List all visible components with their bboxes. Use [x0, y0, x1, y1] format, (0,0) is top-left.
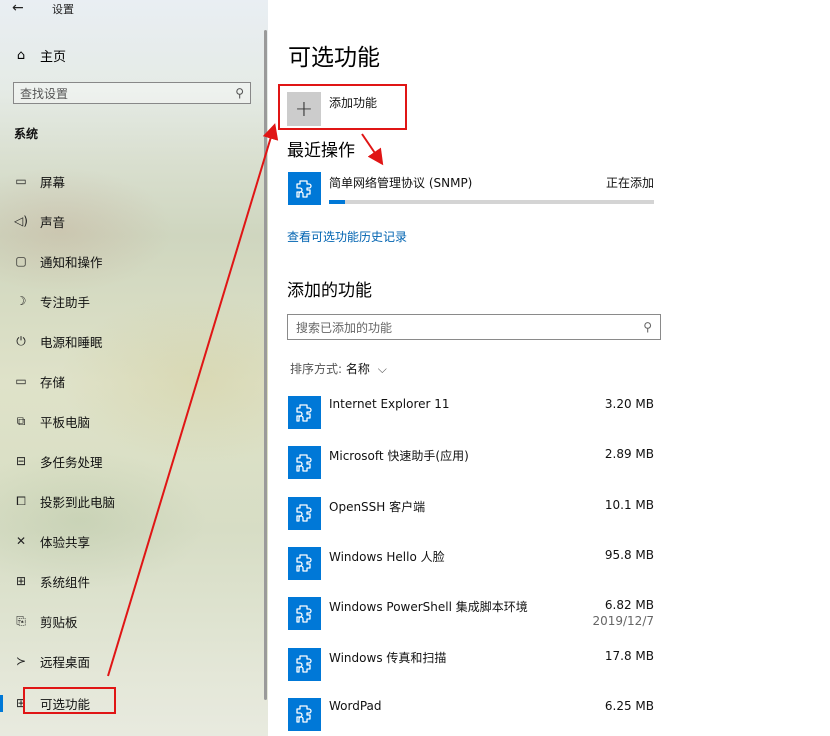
annotation-box-add-feature	[278, 84, 407, 130]
feature-row[interactable]: Windows PowerShell 集成脚本环境 6.82 MB 2019/12/…	[288, 597, 654, 631]
notification-icon: ▢	[15, 254, 27, 268]
remote-icon: ≻	[15, 654, 27, 668]
feature-name: Windows 传真和扫描	[329, 650, 447, 665]
feature-size: 6.82 MB	[604, 598, 654, 613]
feature-history-link[interactable]: 查看可选功能历史记录	[287, 228, 407, 245]
window-title: 设置	[52, 3, 74, 16]
speaker-icon: ◁)	[14, 214, 28, 228]
recent-item: 简单网络管理协议 (SNMP) 正在添加	[288, 172, 654, 206]
sidebar-item-notifications[interactable]: ▢ 通知和操作	[0, 241, 262, 281]
feature-row[interactable]: Windows Hello 人脸 95.8 MB	[288, 546, 654, 581]
sidebar-item-label: 专注助手	[40, 294, 91, 310]
feature-size: 10.1 MB	[604, 497, 654, 512]
puzzle-icon	[288, 647, 321, 681]
sidebar-item-project[interactable]: ⧠ 投影到此电脑	[0, 481, 262, 521]
moon-icon: ☽	[15, 294, 27, 308]
feature-name: Internet Explorer 11	[329, 397, 450, 411]
puzzle-icon	[288, 172, 321, 205]
sidebar-item-label: 声音	[40, 214, 66, 230]
section-header: 系统	[14, 127, 39, 141]
feature-size: 2.89 MB	[604, 447, 654, 462]
recent-actions-title: 最近操作	[287, 141, 355, 161]
search-icon: ⚲	[643, 320, 652, 334]
sidebar-item-label: 通知和操作	[40, 254, 103, 270]
sidebar-item-focus-assist[interactable]: ☽ 专注助手	[0, 281, 262, 321]
sidebar-item-label: 电源和睡眠	[40, 334, 103, 350]
puzzle-icon	[288, 597, 321, 631]
sidebar-item-label: 剪贴板	[40, 614, 78, 630]
sidebar-item-sound[interactable]: ◁) 声音	[0, 201, 262, 241]
sidebar-item-label: 平板电脑	[40, 414, 91, 430]
components-icon: ⊞	[15, 574, 27, 588]
puzzle-icon	[288, 697, 321, 731]
puzzle-icon	[288, 496, 321, 530]
puzzle-icon	[288, 396, 321, 429]
settings-search-placeholder: 查找设置	[20, 86, 69, 101]
sidebar-item-power[interactable]: ⏻ 电源和睡眠	[0, 321, 262, 361]
added-features-title: 添加的功能	[287, 281, 372, 301]
sidebar-item-label: 存储	[40, 374, 66, 390]
feature-size: 6.25 MB	[604, 698, 654, 713]
feature-row[interactable]: OpenSSH 客户端 10.1 MB	[288, 496, 654, 531]
storage-icon: ▭	[15, 374, 27, 388]
feature-row[interactable]: Internet Explorer 11 3.20 MB	[288, 396, 654, 430]
chevron-down-icon: ⌵	[377, 362, 387, 376]
sidebar-item-label: 投影到此电脑	[40, 494, 116, 510]
feature-name: Windows Hello 人脸	[329, 549, 445, 564]
progress-fill	[329, 200, 346, 204]
share-icon: ✕	[15, 534, 27, 548]
sort-dropdown[interactable]: 排序方式: 名称 ⌵	[290, 360, 387, 377]
sort-label: 排序方式:	[290, 362, 346, 376]
home-label: 主页	[40, 50, 67, 65]
page-title: 可选功能	[288, 45, 380, 71]
sidebar-item-storage[interactable]: ▭ 存储	[0, 361, 262, 401]
sidebar: ← 设置 ⌂ 主页 查找设置 ⚲ 系统 ▭ 屏幕 ◁) 声音 ▢ 通知和操作 ☽…	[0, 0, 268, 736]
feature-row[interactable]: Windows 传真和扫描 17.8 MB	[288, 647, 654, 682]
search-icon: ⚲	[235, 86, 244, 100]
power-icon: ⏻	[16, 333, 26, 348]
sort-value: 名称	[345, 362, 370, 376]
sidebar-item-label: 屏幕	[40, 174, 66, 190]
feature-size: 3.20 MB	[604, 397, 654, 411]
back-arrow-icon[interactable]: ←	[12, 0, 24, 16]
tablet-icon: ⧉	[16, 413, 26, 428]
puzzle-icon	[288, 446, 321, 480]
feature-name: Windows PowerShell 集成脚本环境	[329, 600, 528, 615]
settings-search-input[interactable]: 查找设置 ⚲	[13, 82, 251, 104]
annotation-box-optional-features	[23, 687, 116, 714]
sidebar-item-components[interactable]: ⊞ 系统组件	[0, 561, 262, 601]
feature-name: Microsoft 快速助手(应用)	[329, 449, 469, 464]
sidebar-scrollbar[interactable]	[264, 30, 267, 700]
feature-row[interactable]: WordPad 6.25 MB	[288, 697, 654, 732]
sidebar-item-shared-experiences[interactable]: ✕ 体验共享	[0, 521, 262, 561]
feature-name: WordPad	[329, 698, 382, 713]
sidebar-item-label: 系统组件	[40, 574, 91, 590]
puzzle-icon	[288, 546, 321, 580]
recent-item-status: 正在添加	[605, 176, 654, 190]
monitor-icon: ▭	[15, 174, 27, 188]
sidebar-item-label: 体验共享	[40, 534, 91, 550]
clipboard-icon: ⎘	[16, 613, 26, 628]
sidebar-item-remote-desktop[interactable]: ≻ 远程桌面	[0, 641, 262, 681]
recent-item-name: 简单网络管理协议 (SNMP)	[329, 176, 473, 190]
sidebar-item-label: 远程桌面	[40, 654, 91, 670]
added-features-search-input[interactable]: 搜索已添加的功能 ⚲	[287, 314, 661, 340]
home-icon: ⌂	[16, 48, 26, 63]
search-placeholder: 搜索已添加的功能	[296, 320, 393, 335]
sidebar-item-display[interactable]: ▭ 屏幕	[0, 161, 262, 201]
sidebar-item-multitasking[interactable]: ⊟ 多任务处理	[0, 441, 262, 481]
project-icon: ⧠	[16, 493, 26, 508]
feature-date: 2019/12/7	[592, 614, 654, 629]
multitask-icon: ⊟	[15, 454, 27, 468]
install-progress-bar	[329, 200, 654, 204]
sidebar-home[interactable]: ⌂ 主页	[14, 46, 66, 65]
feature-size: 17.8 MB	[604, 648, 654, 663]
feature-name: OpenSSH 客户端	[329, 499, 426, 514]
feature-row[interactable]: Microsoft 快速助手(应用) 2.89 MB	[288, 446, 654, 480]
sidebar-item-label: 多任务处理	[40, 454, 103, 470]
sidebar-item-tablet[interactable]: ⧉ 平板电脑	[0, 401, 262, 441]
feature-size: 95.8 MB	[604, 547, 654, 562]
active-indicator	[0, 695, 3, 712]
sidebar-item-clipboard[interactable]: ⎘ 剪贴板	[0, 601, 262, 641]
